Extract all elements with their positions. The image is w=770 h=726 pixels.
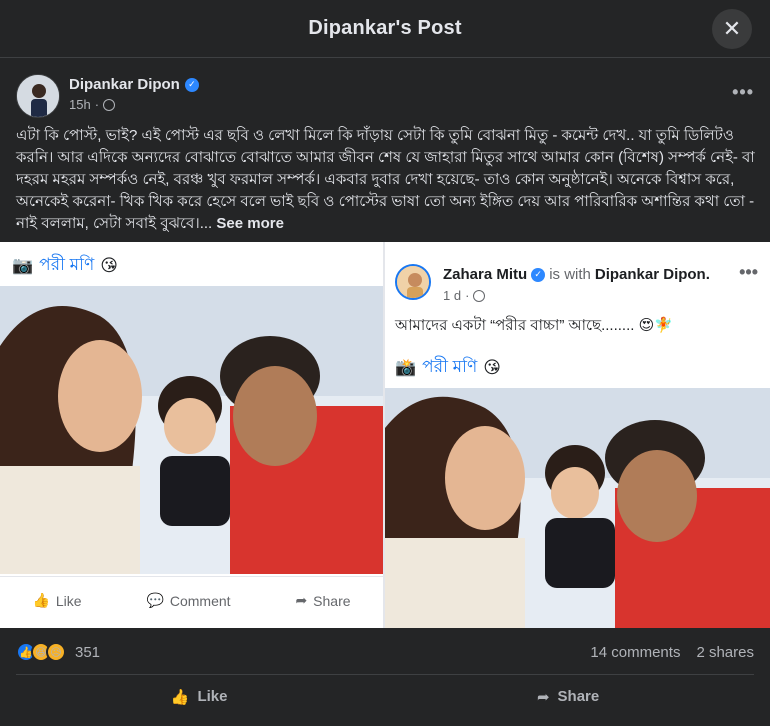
comment-icon: 💬 xyxy=(146,592,164,608)
globe-icon xyxy=(103,98,116,111)
zahara-name: Zahara Mitu xyxy=(443,266,528,283)
left-screenshot-card: 📷 পরী মণি 😘 👍 Like 💬 Comment ➦ Share xyxy=(0,242,383,628)
author-name-link[interactable]: Dipankar Dipon xyxy=(69,76,180,93)
share-icon: ➦ xyxy=(295,592,308,608)
author-name[interactable]: Dipankar Dipon ✓ xyxy=(69,76,199,93)
kiss-emoji-icon: 😘 xyxy=(100,256,118,275)
camera-flash-icon: 📸 xyxy=(395,358,417,377)
left-comment-label: Comment xyxy=(169,592,231,609)
share-arrow-icon: ➦ xyxy=(536,688,550,706)
more-options-icon[interactable]: ••• xyxy=(732,82,754,103)
stats-right: 14 comments 2 shares xyxy=(590,644,754,661)
like-label: Like xyxy=(197,688,228,705)
post-image[interactable]: 📷 পরী মণি 😘 👍 Like 💬 Comment ➦ Share Zah… xyxy=(0,242,770,628)
meta-separator: · xyxy=(465,288,470,303)
left-share-button[interactable]: ➦ Share xyxy=(295,592,350,609)
right-photo xyxy=(385,388,770,628)
zahara-avatar xyxy=(395,264,431,300)
post-time[interactable]: 15h xyxy=(69,97,91,112)
right-caption-text: পরী মণি xyxy=(422,357,478,376)
right-globe-icon xyxy=(473,289,486,302)
share-button[interactable]: ➦ Share xyxy=(537,688,599,706)
sad-reaction-icon: 😥 xyxy=(46,642,66,662)
with-name: Dipankar Dipon. xyxy=(594,266,710,283)
reactions-summary[interactable]: 👍 😆 😥 351 xyxy=(16,642,100,662)
heart-eyes-fairy-icon: 😍🧚 xyxy=(638,317,673,334)
meta-separator: · xyxy=(94,97,100,112)
dialog-title: Dipankar's Post xyxy=(308,17,462,39)
right-card-more-icon: ••• xyxy=(739,262,758,282)
see-more-link[interactable]: See more xyxy=(216,215,284,232)
post-author-row: Dipankar Dipon ✓ 15h · ••• xyxy=(16,72,754,120)
camera-icon: 📷 xyxy=(12,256,34,275)
shares-count[interactable]: 2 shares xyxy=(696,644,754,661)
zahara-verified-icon: ✓ xyxy=(531,267,546,282)
right-card-text-body: আমাদের একটা “পরীর বাচ্চা” আছে........ xyxy=(395,317,635,334)
right-card-text: আমাদের একটা “পরীর বাচ্চা” আছে........ 😍🧚 xyxy=(395,314,673,339)
post-dialog-header: Dipankar's Post ✕ xyxy=(0,0,770,58)
reaction-count[interactable]: 351 xyxy=(75,644,100,661)
post-text: এটা কি পোস্ট, ভাই? এই পোস্ট এর ছবি ও লেখ… xyxy=(16,127,755,232)
left-action-bar: 👍 Like 💬 Comment ➦ Share xyxy=(0,576,383,624)
close-icon: ✕ xyxy=(722,16,742,41)
left-comment-button[interactable]: 💬 Comment xyxy=(146,592,230,609)
verified-badge-icon: ✓ xyxy=(184,77,199,92)
right-kiss-emoji-icon: 😘 xyxy=(483,358,501,377)
left-share-label: Share xyxy=(313,592,351,609)
right-card-author: Zahara Mitu ✓ is with Dipankar Dipon. xyxy=(443,266,710,283)
like-icon: 👍 xyxy=(170,688,190,706)
post-body: এটা কি পোস্ট, ভাই? এই পোস্ট এর ছবি ও লেখ… xyxy=(16,125,756,235)
reaction-icons: 👍 😆 😥 xyxy=(16,642,66,662)
with-text: is with xyxy=(549,266,591,283)
right-card-meta: 1 d · xyxy=(443,288,486,303)
left-caption: 📷 পরী মণি 😘 xyxy=(12,252,118,280)
author-avatar[interactable] xyxy=(16,74,60,118)
like-button[interactable]: 👍 Like xyxy=(171,688,228,706)
comments-count[interactable]: 14 comments xyxy=(590,644,680,661)
left-like-button[interactable]: 👍 Like xyxy=(32,592,81,609)
post-action-bar: 👍 Like ➦ Share xyxy=(16,674,754,718)
left-like-label: Like xyxy=(55,592,82,609)
thumbs-up-icon: 👍 xyxy=(32,592,50,608)
post-meta: 15h · xyxy=(69,97,116,112)
share-label: Share xyxy=(557,688,600,705)
right-caption: 📸 পরী মণি 😘 xyxy=(395,354,501,382)
right-screenshot-card: Zahara Mitu ✓ is with Dipankar Dipon. 1 … xyxy=(385,242,770,628)
close-button[interactable]: ✕ xyxy=(712,9,752,49)
left-caption-text: পরী মণি xyxy=(39,255,95,274)
left-photo xyxy=(0,286,383,574)
post-stats: 👍 😆 😥 351 14 comments 2 shares xyxy=(16,640,754,664)
right-card-time: 1 d xyxy=(443,288,462,303)
